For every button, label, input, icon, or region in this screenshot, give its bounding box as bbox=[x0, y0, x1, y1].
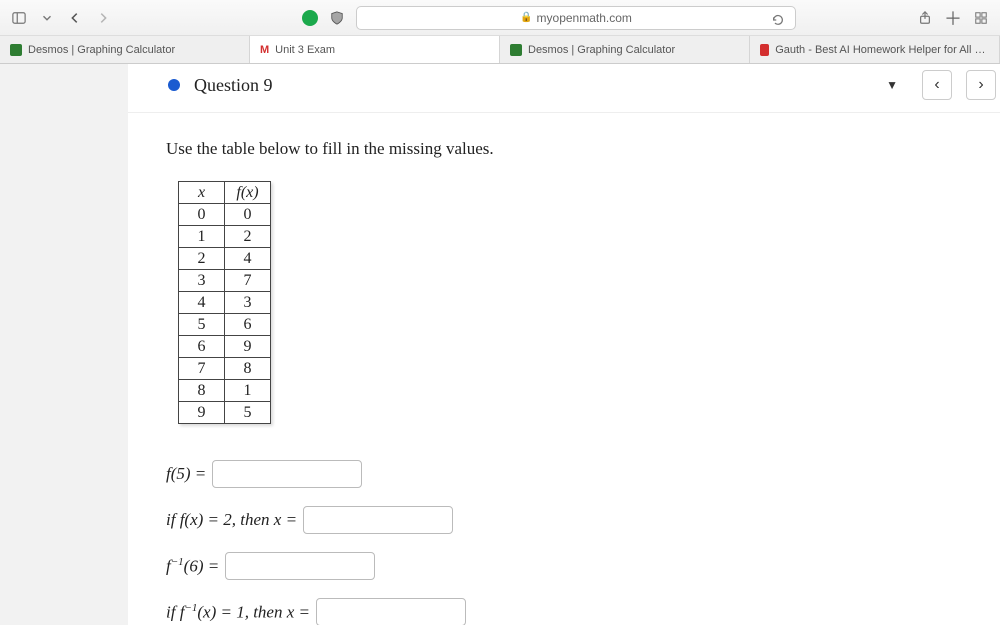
table-row: 69 bbox=[179, 336, 271, 358]
question-line-3: f−1(6) = bbox=[166, 552, 962, 580]
table-row: 00 bbox=[179, 204, 271, 226]
math-label: if f(x) = 2, then x = bbox=[166, 510, 297, 530]
table-cell-x: 7 bbox=[179, 358, 225, 380]
table-cell-x: 8 bbox=[179, 380, 225, 402]
table-cell-x: 4 bbox=[179, 292, 225, 314]
plus-icon[interactable]: ＋ bbox=[944, 9, 962, 27]
prev-question-button[interactable]: ‹ bbox=[922, 70, 952, 100]
reload-icon[interactable] bbox=[769, 11, 787, 29]
answer-input-4[interactable] bbox=[316, 598, 466, 625]
chevron-down-icon[interactable] bbox=[38, 9, 56, 27]
desmos-favicon-icon bbox=[10, 44, 22, 56]
table-cell-fx: 7 bbox=[225, 270, 271, 292]
table-row: 24 bbox=[179, 248, 271, 270]
tab-gauth[interactable]: Gauth - Best AI Homework Helper for All … bbox=[750, 36, 1000, 63]
table-cell-fx: 1 bbox=[225, 380, 271, 402]
table-row: 81 bbox=[179, 380, 271, 402]
address-bar[interactable]: 🔒 myopenmath.com bbox=[356, 6, 796, 30]
tab-label: Gauth - Best AI Homework Helper for All … bbox=[775, 44, 989, 56]
math-label: f(5) = bbox=[166, 464, 206, 484]
answer-input-3[interactable] bbox=[225, 552, 375, 580]
table-cell-x: 3 bbox=[179, 270, 225, 292]
tab-desmos-2[interactable]: Desmos | Graphing Calculator bbox=[500, 36, 750, 63]
answer-input-2[interactable] bbox=[303, 506, 453, 534]
table-row: 12 bbox=[179, 226, 271, 248]
table-header-x: x bbox=[179, 182, 225, 204]
question-body: Use the table below to fill in the missi… bbox=[128, 113, 1000, 625]
question-dropdown-icon[interactable]: ▼ bbox=[886, 78, 898, 92]
table-cell-fx: 4 bbox=[225, 248, 271, 270]
tab-label: Desmos | Graphing Calculator bbox=[528, 44, 675, 56]
math-label: f−1(6) = bbox=[166, 556, 219, 577]
url-text: myopenmath.com bbox=[537, 11, 632, 25]
table-cell-fx: 0 bbox=[225, 204, 271, 226]
table-row: 43 bbox=[179, 292, 271, 314]
forward-icon[interactable] bbox=[94, 9, 112, 27]
tab-label: Desmos | Graphing Calculator bbox=[28, 44, 175, 56]
table-cell-fx: 6 bbox=[225, 314, 271, 336]
table-cell-x: 5 bbox=[179, 314, 225, 336]
answer-input-1[interactable] bbox=[212, 460, 362, 488]
table-cell-x: 9 bbox=[179, 402, 225, 424]
share-icon[interactable] bbox=[916, 9, 934, 27]
page-content: Question 9 ▼ ‹ › Use the table below to … bbox=[128, 64, 1000, 625]
sidebar-toggle-icon[interactable] bbox=[10, 9, 28, 27]
tab-strip: Desmos | Graphing Calculator M Unit 3 Ex… bbox=[0, 36, 1000, 64]
table-cell-fx: 9 bbox=[225, 336, 271, 358]
table-cell-x: 1 bbox=[179, 226, 225, 248]
tab-unit3[interactable]: M Unit 3 Exam bbox=[250, 36, 500, 63]
table-cell-fx: 2 bbox=[225, 226, 271, 248]
math-label: if f−1(x) = 1, then x = bbox=[166, 602, 310, 623]
question-status-dot-icon bbox=[168, 79, 180, 91]
back-icon[interactable] bbox=[66, 9, 84, 27]
function-table: x f(x) 00122437435669788195 bbox=[178, 181, 271, 424]
next-question-button[interactable]: › bbox=[966, 70, 996, 100]
table-cell-fx: 3 bbox=[225, 292, 271, 314]
table-row: 56 bbox=[179, 314, 271, 336]
tabs-overview-icon[interactable] bbox=[972, 9, 990, 27]
shield-icon[interactable] bbox=[328, 9, 346, 27]
extension-icon[interactable] bbox=[302, 10, 318, 26]
browser-toolbar: 🔒 myopenmath.com ＋ bbox=[0, 0, 1000, 36]
table-row: 37 bbox=[179, 270, 271, 292]
table-row: 95 bbox=[179, 402, 271, 424]
tab-desmos-1[interactable]: Desmos | Graphing Calculator bbox=[0, 36, 250, 63]
table-cell-x: 2 bbox=[179, 248, 225, 270]
question-line-2: if f(x) = 2, then x = bbox=[166, 506, 962, 534]
question-title: Question 9 bbox=[194, 75, 273, 96]
question-line-1: f(5) = bbox=[166, 460, 962, 488]
table-cell-x: 0 bbox=[179, 204, 225, 226]
tab-label: Unit 3 Exam bbox=[275, 44, 335, 56]
table-row: 78 bbox=[179, 358, 271, 380]
gauth-favicon-icon bbox=[760, 44, 769, 56]
table-cell-x: 6 bbox=[179, 336, 225, 358]
question-header: Question 9 ▼ ‹ › bbox=[128, 64, 1000, 113]
table-header-fx: f(x) bbox=[225, 182, 271, 204]
table-cell-fx: 8 bbox=[225, 358, 271, 380]
myopenmath-favicon-icon: M bbox=[260, 44, 269, 56]
question-line-4: if f−1(x) = 1, then x = bbox=[166, 598, 962, 625]
desmos-favicon-icon bbox=[510, 44, 522, 56]
table-cell-fx: 5 bbox=[225, 402, 271, 424]
question-prompt: Use the table below to fill in the missi… bbox=[166, 139, 962, 159]
lock-icon: 🔒 bbox=[520, 12, 532, 23]
